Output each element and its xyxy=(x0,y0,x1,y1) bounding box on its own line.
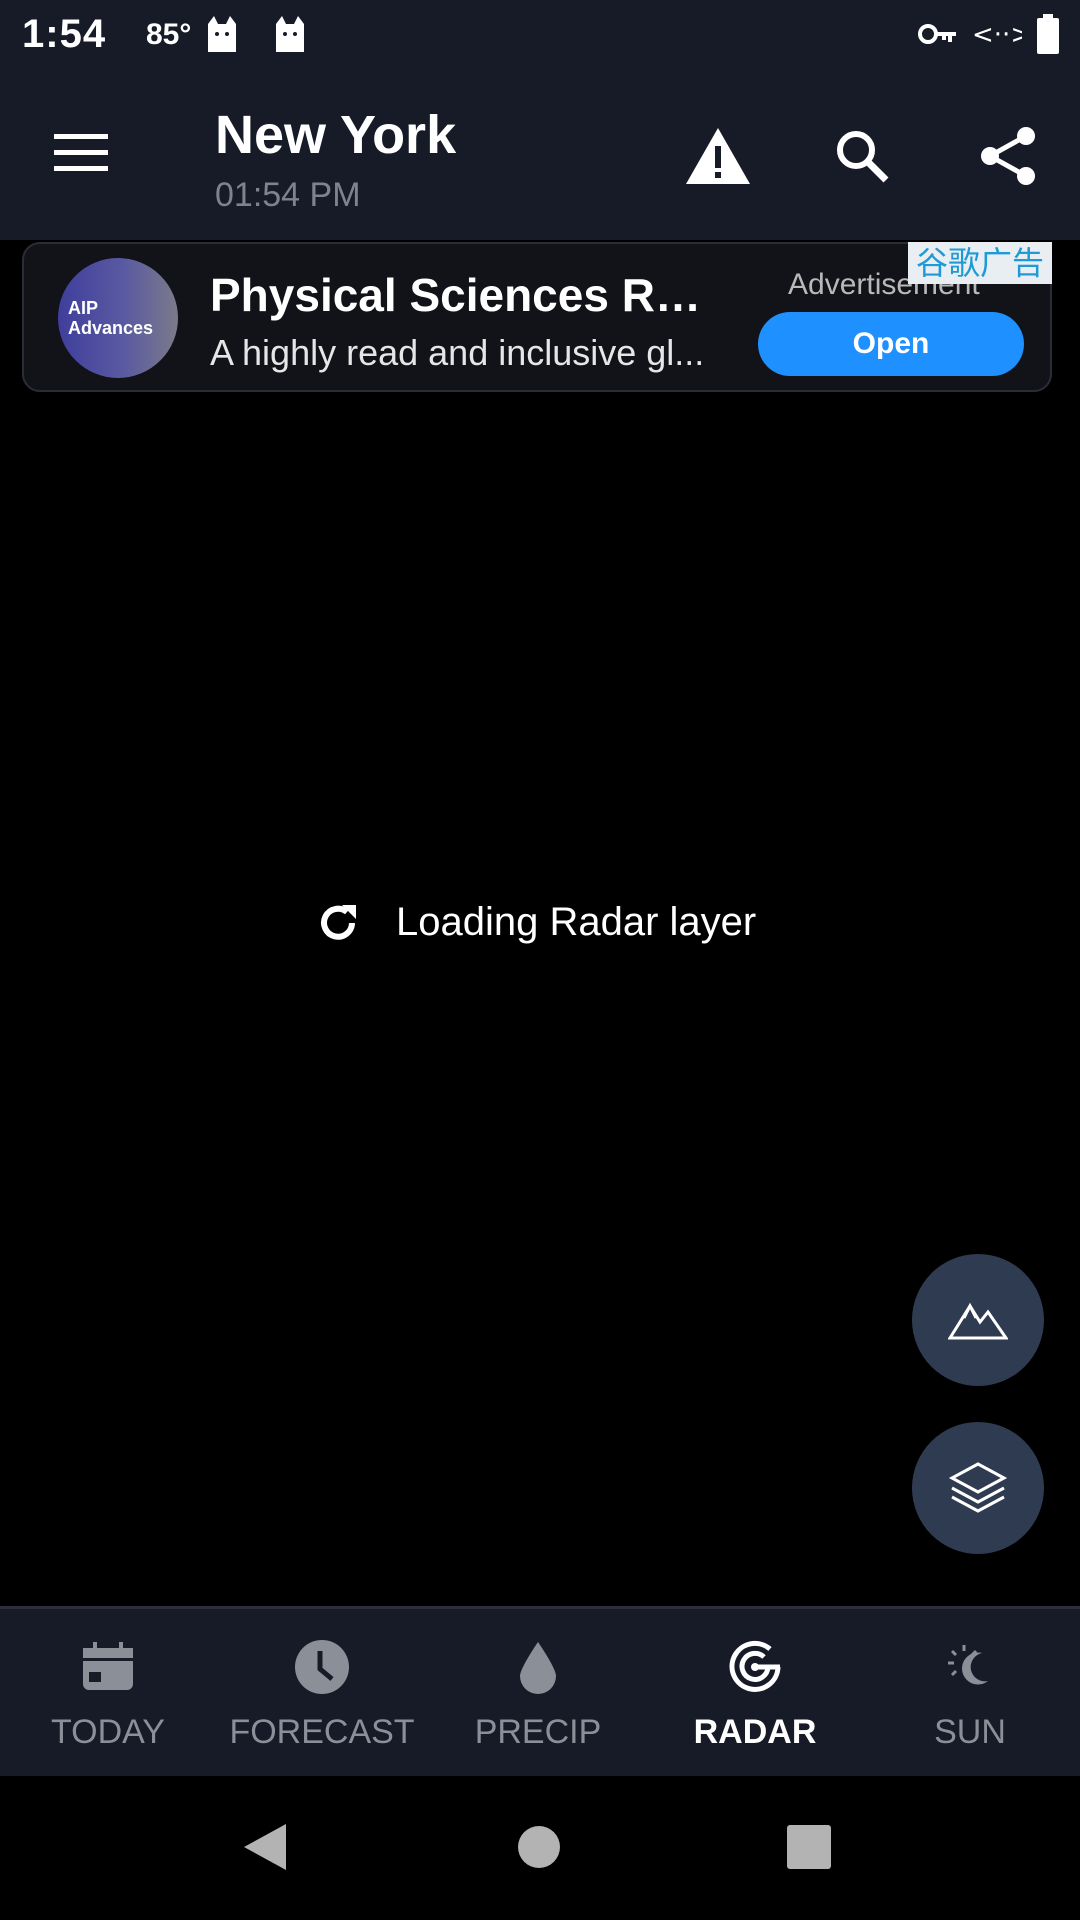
nav-label-precip: PRECIP xyxy=(474,1713,602,1751)
nav-label-today: TODAY xyxy=(51,1713,165,1751)
ad-logo-line2: Advances xyxy=(68,318,154,338)
ad-title[interactable]: Physical Sciences Re... xyxy=(210,268,710,322)
sun-moon-icon xyxy=(938,1635,1002,1699)
app-bar: New York 01:54 PM xyxy=(0,76,1080,240)
ad-network-tag: 谷歌广告 xyxy=(907,242,1052,284)
share-icon[interactable] xyxy=(972,120,1044,192)
search-icon[interactable] xyxy=(826,120,898,192)
terrain-icon xyxy=(948,1302,1008,1340)
nav-label-sun: SUN xyxy=(934,1713,1006,1751)
ad-banner[interactable]: AIP Advances Physical Sciences Re... A h… xyxy=(22,242,1052,392)
cat-notification-icon xyxy=(276,16,304,52)
loading-indicator: Loading Radar layer xyxy=(316,900,756,945)
radar-map[interactable]: Loading Radar layer xyxy=(0,400,1080,1606)
battery-icon xyxy=(1037,14,1059,54)
calendar-icon xyxy=(76,1635,140,1699)
cat-notification-icon xyxy=(208,16,236,52)
svg-text:<··>!: <··>! xyxy=(972,20,1022,50)
loading-text: Loading Radar layer xyxy=(396,900,757,944)
city-title[interactable]: New York xyxy=(215,104,456,166)
status-bar: 1:54 85° <··>! xyxy=(0,0,1080,76)
data-saver-icon: <··>! xyxy=(972,20,1022,50)
nav-item-today[interactable]: TODAY xyxy=(0,1609,216,1776)
vpn-key-icon xyxy=(918,24,956,44)
nav-label-forecast: FORECAST xyxy=(229,1713,415,1751)
clock-icon xyxy=(290,1635,354,1699)
layers-icon xyxy=(948,1462,1008,1513)
status-temperature: 85° xyxy=(146,18,192,51)
nav-item-precip[interactable]: PRECIP xyxy=(430,1609,646,1776)
nav-item-radar[interactable]: RADAR xyxy=(647,1609,863,1776)
recents-icon[interactable] xyxy=(774,1812,844,1882)
ad-logo: AIP Advances xyxy=(58,258,178,378)
layers-button[interactable] xyxy=(912,1422,1044,1554)
bottom-nav: TODAY FORECAST PRECIP RADAR SUN xyxy=(0,1606,1080,1776)
ad-logo-line1: AIP xyxy=(68,298,99,318)
system-nav-bar xyxy=(0,1776,1080,1920)
terrain-button[interactable] xyxy=(912,1254,1044,1386)
refresh-icon xyxy=(321,904,356,940)
home-icon[interactable] xyxy=(504,1812,574,1882)
menu-icon[interactable] xyxy=(52,130,112,176)
drop-icon xyxy=(506,1635,570,1699)
ad-description: A highly read and inclusive gl... xyxy=(210,332,705,373)
nav-label-radar: RADAR xyxy=(693,1713,817,1751)
warning-icon[interactable] xyxy=(682,120,754,192)
nav-item-forecast[interactable]: FORECAST xyxy=(214,1609,430,1776)
back-icon[interactable] xyxy=(230,1812,300,1882)
ad-open-button[interactable]: Open xyxy=(758,312,1024,376)
status-time: 1:54 xyxy=(22,12,107,56)
nav-item-sun[interactable]: SUN xyxy=(862,1609,1078,1776)
radar-icon xyxy=(723,1635,787,1699)
local-time: 01:54 PM xyxy=(215,176,361,214)
